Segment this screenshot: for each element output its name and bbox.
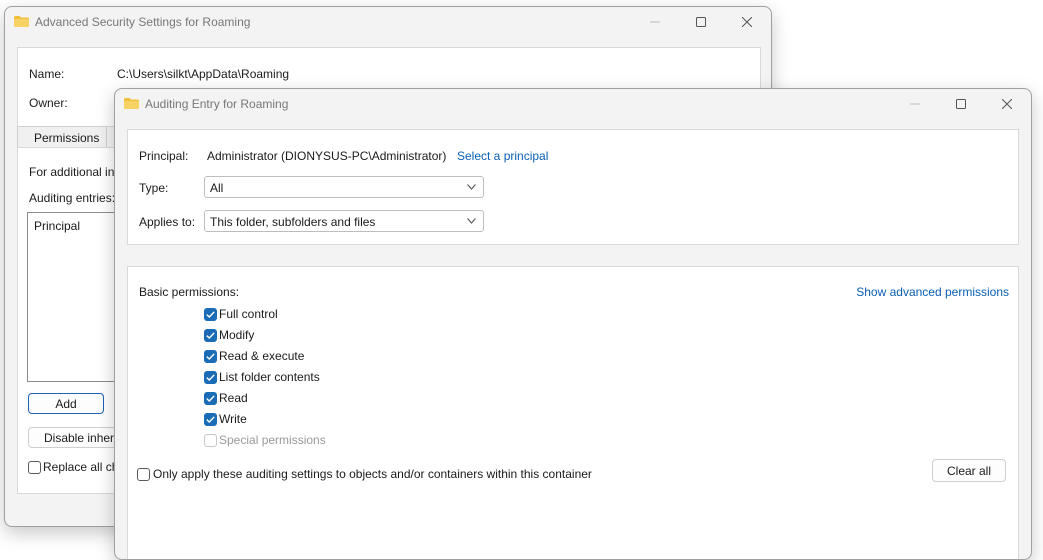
maximize-button[interactable] [938, 89, 984, 119]
chevron-down-icon [467, 184, 476, 190]
special-permissions-label: Special permissions [219, 433, 326, 447]
special-permissions-checkbox [204, 434, 217, 447]
list-folder-contents-label: List folder contents [219, 370, 320, 384]
select-principal-link[interactable]: Select a principal [457, 149, 548, 163]
add-button-label: Add [55, 396, 77, 411]
type-label: Type: [139, 181, 169, 195]
auditing-entry-window: Auditing Entry for Roaming Principal: Ad… [114, 88, 1032, 560]
only-apply-checkbox[interactable] [137, 468, 150, 481]
principal-value: Administrator (DIONYSUS-PC\Administrator… [207, 149, 447, 163]
disable-inheritance-label: Disable inheri [44, 430, 117, 445]
title-bar[interactable]: Auditing Entry for Roaming [115, 89, 1031, 119]
minimize-icon [910, 103, 920, 105]
window-title: Auditing Entry for Roaming [145, 97, 289, 111]
window-title: Advanced Security Settings for Roaming [35, 15, 251, 29]
name-value: C:\Users\silkt\AppData\Roaming [117, 67, 290, 81]
applies-to-select-value: This folder, subfolders and files [210, 215, 376, 229]
folder-icon [14, 16, 29, 27]
close-icon [742, 17, 752, 27]
owner-label: Owner: [29, 96, 68, 110]
folder-icon [124, 98, 139, 109]
show-advanced-permissions-link[interactable]: Show advanced permissions [856, 285, 1009, 299]
checkmark-icon [206, 332, 215, 339]
add-button[interactable]: Add [28, 393, 104, 414]
read-execute-checkbox[interactable] [204, 350, 217, 363]
write-checkbox[interactable] [204, 413, 217, 426]
minimize-button[interactable] [892, 89, 938, 119]
modify-checkbox[interactable] [204, 329, 217, 342]
write-label: Write [219, 412, 247, 426]
full-control-checkbox[interactable] [204, 308, 217, 321]
maximize-icon [696, 17, 706, 27]
replace-all-label: Replace all ch [43, 460, 119, 474]
read-label: Read [219, 391, 248, 405]
checkmark-icon [206, 353, 215, 360]
close-icon [1002, 99, 1012, 109]
chevron-down-icon [467, 218, 476, 224]
clear-all-button[interactable]: Clear all [932, 459, 1006, 482]
minimize-icon [650, 21, 660, 23]
applies-to-select[interactable]: This folder, subfolders and files [204, 210, 484, 232]
only-apply-label: Only apply these auditing settings to ob… [153, 467, 592, 481]
type-select[interactable]: All [204, 176, 484, 198]
read-checkbox[interactable] [204, 392, 217, 405]
list-folder-contents-checkbox[interactable] [204, 371, 217, 384]
maximize-button[interactable] [678, 7, 724, 37]
checkmark-icon [206, 395, 215, 402]
close-button[interactable] [724, 7, 770, 37]
name-label: Name: [29, 67, 65, 81]
tab-permissions[interactable]: Permissions [17, 126, 107, 148]
checkmark-icon [206, 374, 215, 381]
clear-all-button-label: Clear all [946, 463, 991, 478]
type-select-value: All [210, 181, 224, 195]
replace-all-checkbox[interactable] [28, 461, 41, 474]
close-button[interactable] [984, 89, 1030, 119]
principal-label: Principal: [139, 149, 189, 163]
auditing-entries-label: Auditing entries: [29, 191, 116, 205]
applies-to-label: Applies to: [139, 215, 196, 229]
maximize-icon [956, 99, 966, 109]
checkmark-icon [206, 416, 215, 423]
basic-permissions-label: Basic permissions: [139, 285, 240, 299]
full-control-label: Full control [219, 307, 278, 321]
tab-permissions-label: Permissions [34, 131, 100, 145]
read-execute-label: Read & execute [219, 349, 305, 363]
title-bar[interactable]: Advanced Security Settings for Roaming [5, 7, 771, 37]
modify-label: Modify [219, 328, 255, 342]
additional-info-text: For additional in [29, 165, 115, 179]
principal-column-header[interactable]: Principal [34, 219, 80, 233]
minimize-button[interactable] [632, 7, 678, 37]
checkmark-icon [206, 311, 215, 318]
